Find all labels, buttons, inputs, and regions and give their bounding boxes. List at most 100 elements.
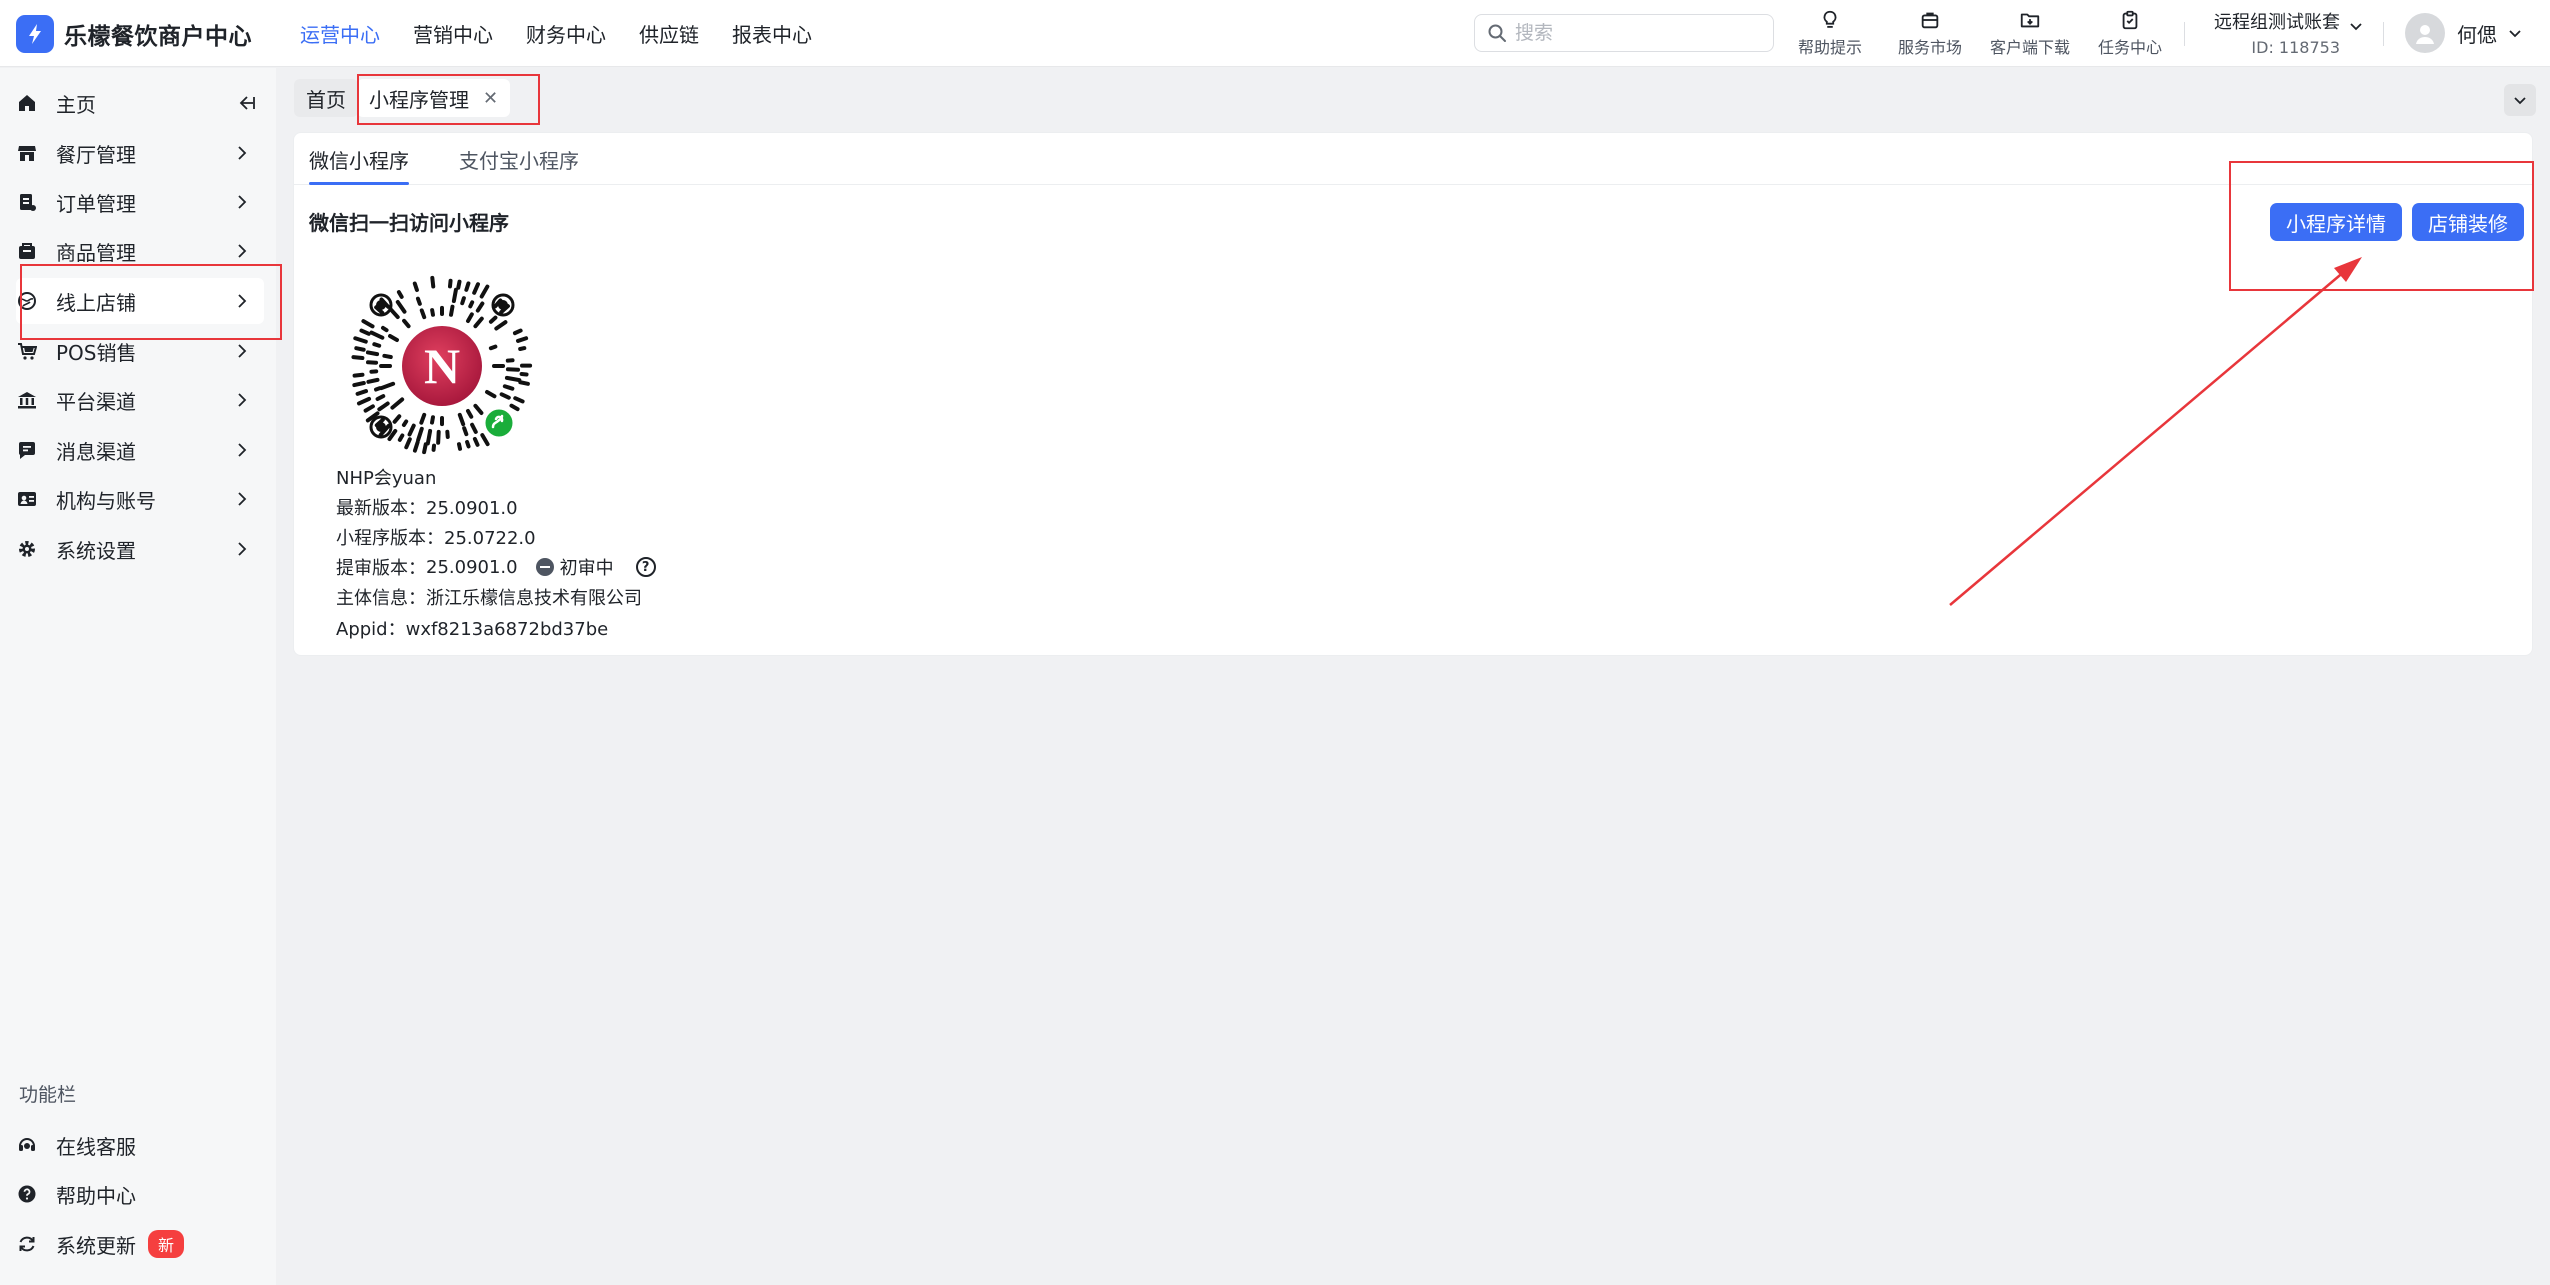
goods-icon: [19, 243, 35, 259]
online-store-icon: [18, 292, 36, 310]
code-ray: [381, 325, 389, 333]
user-menu[interactable]: 何偲: [2405, 12, 2523, 54]
code-ray: [412, 440, 420, 453]
search-box[interactable]: [1474, 14, 1774, 52]
code-ray: [436, 429, 441, 445]
function-bar-title: 功能栏: [19, 1084, 77, 1106]
header-divider: [2184, 22, 2185, 46]
mp-version-value: 25.0722.0: [444, 528, 536, 549]
sidebar-item-orders[interactable]: 订单管理: [16, 179, 264, 225]
mini-program-detail-button[interactable]: 小程序详情: [2270, 203, 2402, 241]
sidebar-item-home[interactable]: 主页: [16, 80, 264, 126]
nav-marketing-center[interactable]: 营销中心: [413, 19, 493, 48]
code-ray: [466, 409, 474, 419]
logo-icon: [16, 15, 54, 53]
sidebar-item-system-update[interactable]: 系统更新 新: [16, 1221, 264, 1267]
code-ray: [396, 290, 404, 299]
sidebar-item-label: 在线客服: [56, 1134, 136, 1159]
sidebar: 主页 餐厅管理 订单管理 商品管理 线上店铺 POS销售 平台渠道 消息渠道 机: [0, 68, 276, 1285]
gear-icon: [19, 541, 35, 557]
sidebar-item-label: 系统设置: [56, 538, 136, 563]
code-ray: [355, 389, 369, 396]
latest-version-label: 最新版本：: [336, 498, 426, 519]
mini-program-name: NHP会yuan: [336, 468, 437, 489]
code-ray: [518, 346, 527, 351]
latest-version-row: 最新版本：25.0901.0: [336, 494, 518, 520]
collapse-sidebar-icon[interactable]: [236, 92, 258, 114]
help-tips-button[interactable]: 帮助提示: [1780, 9, 1880, 58]
chevron-right-icon: [238, 393, 247, 407]
code-ray: [419, 412, 427, 425]
sidebar-item-online-store[interactable]: 线上店铺: [16, 278, 264, 324]
chevron-right-icon: [238, 492, 247, 506]
close-icon[interactable]: ✕: [483, 88, 498, 109]
client-download-button[interactable]: 客户端下载: [1980, 9, 2080, 58]
app-name: 乐檬餐饮商户中心: [64, 24, 252, 50]
chevron-right-icon: [238, 542, 247, 556]
code-ray: [388, 333, 399, 342]
appid-value: wxf8213a6872bd37be: [405, 619, 609, 640]
code-ray: [504, 375, 522, 383]
sidebar-item-pos-sales[interactable]: POS销售: [16, 328, 264, 374]
sidebar-item-message-channel[interactable]: 消息渠道: [16, 427, 264, 473]
audit-version-row: 提审版本： 25.0901.0 初审中 ?: [336, 554, 656, 580]
order-icon: [20, 194, 36, 211]
account-switcher[interactable]: 远程组测试账套 ID: 118753: [2210, 8, 2370, 58]
sidebar-item-help-center[interactable]: 帮助中心: [16, 1171, 264, 1217]
code-ray: [451, 287, 458, 304]
app-logo[interactable]: 乐檬餐饮商户中心: [16, 14, 252, 54]
nav-finance-center[interactable]: 财务中心: [526, 19, 606, 48]
code-ray: [465, 439, 471, 449]
code-ray: [402, 318, 411, 329]
chevron-right-icon: [238, 294, 247, 308]
code-ray: [404, 437, 412, 450]
code-ray: [412, 281, 419, 293]
appid-label: Appid：: [336, 619, 406, 640]
user-name: 何偲: [2457, 22, 2497, 47]
tab-wechat-mini-program[interactable]: 微信小程序: [309, 145, 409, 185]
sidebar-item-system-settings[interactable]: 系统设置: [16, 526, 264, 572]
code-ray: [359, 328, 371, 336]
audit-status: 初审中: [535, 554, 614, 580]
sidebar-item-restaurant[interactable]: 餐厅管理: [16, 130, 264, 176]
sidebar-item-platform-channel[interactable]: 平台渠道: [16, 377, 264, 423]
lightbulb-icon: [1823, 10, 1837, 28]
code-ray: [377, 401, 390, 412]
service-market-button[interactable]: 服务市场: [1880, 9, 1980, 58]
code-ray: [470, 422, 478, 434]
tabs-dropdown-button[interactable]: [2504, 84, 2536, 116]
nav-operation-center[interactable]: 运营中心: [300, 19, 380, 48]
store-decoration-button[interactable]: 店铺装修: [2412, 203, 2524, 241]
sidebar-item-online-support[interactable]: 在线客服: [16, 1122, 264, 1168]
sidebar-item-label: 主页: [56, 92, 96, 117]
sidebar-item-goods[interactable]: 商品管理: [16, 228, 264, 274]
search-input[interactable]: [1515, 22, 1755, 44]
code-ray: [407, 423, 416, 437]
new-badge: 新: [148, 1230, 185, 1258]
page-tab-mini-program[interactable]: 小程序管理 ✕: [357, 79, 511, 117]
code-ray: [479, 284, 490, 299]
mp-version-label: 小程序版本：: [336, 528, 444, 549]
tab-alipay-mini-program[interactable]: 支付宝小程序: [459, 145, 579, 185]
code-ray: [456, 279, 462, 290]
id-card-icon: [18, 492, 36, 506]
code-ray: [472, 436, 480, 447]
code-ray: [390, 397, 405, 410]
task-center-button[interactable]: 任务中心: [2080, 9, 2180, 58]
code-ray: [509, 403, 520, 412]
entity-value: 浙江乐檬信息技术有限公司: [426, 588, 642, 609]
code-ray: [352, 372, 365, 378]
page-tab-home[interactable]: 首页: [294, 79, 358, 117]
mini-program-code: N: [351, 275, 533, 455]
sidebar-item-org-accounts[interactable]: 机构与账号: [16, 476, 264, 522]
task-center-label: 任务中心: [2097, 38, 2162, 57]
nav-supply-chain[interactable]: 供应链: [639, 19, 699, 48]
help-circle-icon[interactable]: ?: [635, 557, 656, 577]
code-ray: [353, 336, 368, 344]
cart-icon: [18, 343, 37, 360]
code-ray: [352, 381, 366, 388]
code-ray: [356, 396, 372, 406]
nav-report-center[interactable]: 报表中心: [732, 19, 812, 48]
code-ray: [375, 394, 386, 402]
search-icon: [1488, 24, 1506, 42]
